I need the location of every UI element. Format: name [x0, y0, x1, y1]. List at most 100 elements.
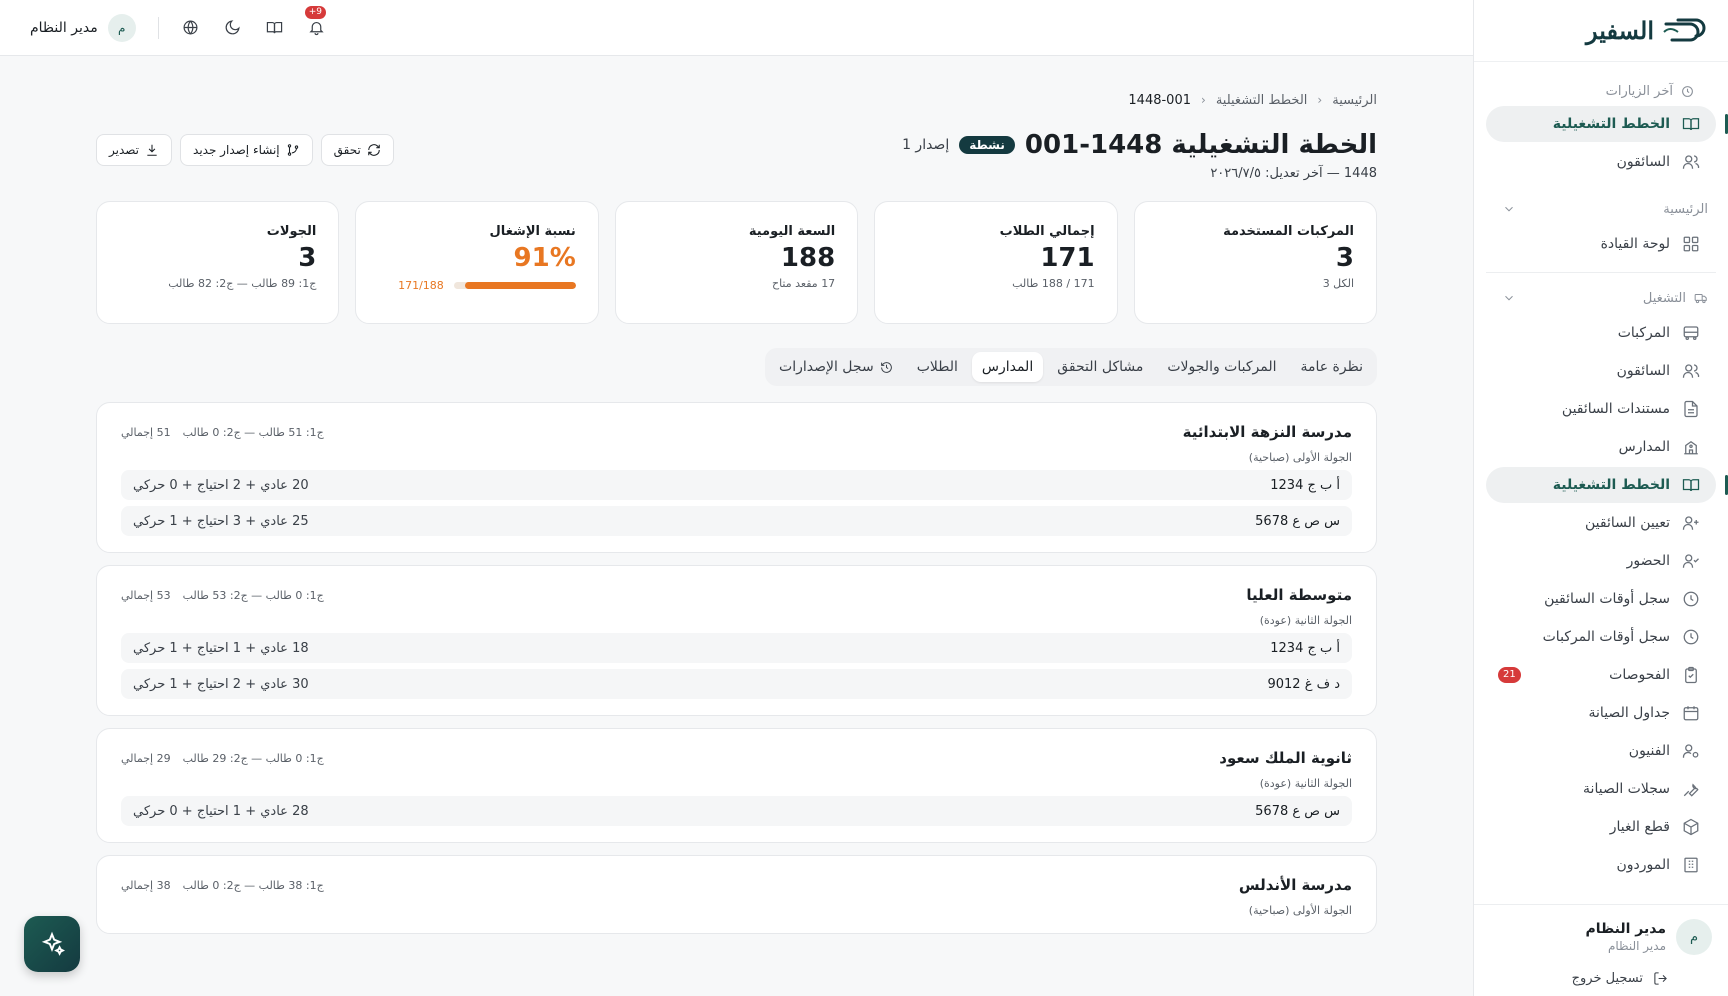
school-card: مدرسة الأندلس ج1: 38 طالب — ج2: 0 طالب 3… [96, 855, 1377, 934]
sidebar-item-spare-parts[interactable]: قطع الغيار [1486, 809, 1716, 845]
building-icon [1684, 857, 1698, 873]
dashboard-icon [1683, 236, 1699, 252]
breadcrumb: الرئيسية ‹ الخطط التشغيلية ‹ 1448-001 [96, 90, 1377, 110]
sidebar-item-drivers[interactable]: السائقون [1486, 353, 1716, 389]
page-subtitle: 1448 — آخر تعديل: ٢٠٢٦/٧/٥ [1210, 166, 1377, 181]
avatar: م [1676, 919, 1712, 955]
sidebar-item-operational-plans[interactable]: الخطط التشغيلية [1486, 467, 1728, 503]
topbar-user[interactable]: مدير النظام م [30, 13, 136, 42]
sidebar: السفير آخر الزيارات الخطط التشغيلية السا… [1473, 0, 1728, 996]
refresh-icon [368, 144, 380, 156]
guide-button[interactable] [265, 18, 285, 38]
sidebar-item-vehicles[interactable]: المركبات [1486, 315, 1716, 351]
sidebar-item-technicians[interactable]: الفنيون [1486, 733, 1716, 769]
sidebar-group-operations[interactable]: التشغيل [1486, 283, 1716, 313]
sidebar-footer: م مدير النظام مدير النظام تسجيل خروج [1474, 904, 1728, 996]
vehicle-capacity: 20 عادي + 2 احتياج + 0 حركي [133, 477, 309, 493]
header-actions: تحقق إنشاء إصدار جديد تصدير [96, 134, 394, 166]
page-header: الخطة التشغيلية 1448-001 نشطة إصدار 1 14… [96, 130, 1377, 181]
school-name: ثانوية الملك سعود [1219, 749, 1352, 767]
occupancy-progress-bar [453, 282, 576, 289]
vehicle-row: أ ب ج 1234 20 عادي + 2 احتياج + 0 حركي [121, 470, 1352, 500]
sidebar-user[interactable]: م مدير النظام مدير النظام [1490, 919, 1712, 955]
vehicle-row: س ص ع 5678 28 عادي + 1 احتياج + 0 حركي [121, 796, 1352, 826]
sidebar-divider [1486, 272, 1716, 273]
book-icon [267, 21, 283, 34]
logout-button[interactable]: تسجيل خروج [1490, 971, 1712, 986]
plan-tabs: نظرة عامة المركبات والجولات مشاكل التحقق… [765, 348, 1377, 386]
vehicle-plate: أ ب ج 1234 [1270, 477, 1340, 493]
truck-icon [1694, 294, 1707, 304]
calendar-icon [1683, 706, 1699, 721]
new-version-button[interactable]: إنشاء إصدار جديد [180, 134, 313, 166]
book-open-icon [1682, 479, 1700, 492]
schools-list: مدرسة النزهة الابتدائية ج1: 51 طالب — ج2… [96, 402, 1377, 934]
occupancy-progress-fill [464, 282, 576, 289]
theme-toggle-button[interactable] [223, 18, 243, 38]
tab-validation-issues[interactable]: مشاكل التحقق [1047, 352, 1153, 382]
sidebar-item-suppliers[interactable]: الموردون [1486, 847, 1716, 883]
notifications-button[interactable]: +9 [304, 5, 327, 38]
school-round-counts: ج1: 0 طالب — ج2: 29 طالب [182, 751, 324, 765]
sidebar-item-driver-time-log[interactable]: سجل أوقات السائقين [1486, 581, 1716, 617]
sidebar-item-maintenance-schedules[interactable]: جداول الصيانة [1486, 695, 1716, 731]
sidebar-item-driver-assignment[interactable]: تعيين السائقين [1486, 505, 1716, 541]
avatar: م [107, 13, 136, 42]
vehicle-plate: س ص ع 5678 [1255, 803, 1340, 819]
bell-icon [309, 21, 324, 36]
round-label: الجولة الأولى (صباحية) [1248, 451, 1352, 464]
ai-assistant-button[interactable] [24, 916, 80, 972]
school-round-counts: ج1: 38 طالب — ج2: 0 طالب [182, 878, 324, 892]
history-icon [880, 361, 892, 373]
tab-vehicles-rounds[interactable]: المركبات والجولات [1157, 352, 1286, 382]
brand-name: السفير [1585, 16, 1654, 45]
breadcrumb-section[interactable]: الخطط التشغيلية [1216, 93, 1308, 108]
sidebar-item-inspections[interactable]: الفحوصات 21 [1486, 657, 1716, 693]
sidebar-item-dashboard[interactable]: لوحة القيادة [1486, 226, 1716, 262]
breadcrumb-home[interactable]: الرئيسية [1332, 93, 1377, 108]
package-icon [1683, 818, 1699, 836]
sidebar-item-recent-operational-plans[interactable]: الخطط التشغيلية [1486, 106, 1728, 142]
sidebar-user-role: مدير النظام [1607, 939, 1666, 953]
stat-card-occupancy: نسبة الإشغال 91% 171/188 [355, 201, 599, 324]
round-label: الجولة الثانية (عودة) [1259, 614, 1352, 627]
vehicle-plate: د ف غ 9012 [1267, 676, 1340, 692]
vehicle-plate: س ص ع 5678 [1255, 513, 1340, 529]
sidebar-group-main[interactable]: الرئيسية [1486, 194, 1716, 224]
tab-students[interactable]: الطلاب [907, 352, 968, 382]
wrench-icon [1683, 783, 1699, 797]
export-button[interactable]: تصدير [96, 134, 173, 166]
school-card: ثانوية الملك سعود ج1: 0 طالب — ج2: 29 طا… [96, 728, 1377, 843]
stat-card-rounds: الجولات 3 ج1: 89 طالب — ج2: 82 طالب [95, 201, 340, 324]
topbar-tools: مدير النظام م +9 [30, 5, 327, 42]
sidebar-item-vehicle-time-log[interactable]: سجل أوقات المركبات [1486, 619, 1716, 655]
download-icon [147, 144, 157, 156]
verify-button[interactable]: تحقق [320, 134, 394, 166]
tab-version-history[interactable]: سجل الإصدارات [769, 352, 903, 382]
tab-schools[interactable]: المدارس [971, 352, 1044, 382]
language-button[interactable] [181, 18, 201, 38]
breadcrumb-current: 1448-001 [1128, 92, 1191, 108]
sidebar-item-schools[interactable]: المدارس [1486, 429, 1716, 465]
git-branch-icon [287, 144, 298, 156]
sidebar-item-maintenance-records[interactable]: سجلات الصيانة [1486, 771, 1716, 807]
sidebar-item-recent-drivers[interactable]: السائقون [1486, 144, 1716, 180]
users-icon [1682, 155, 1700, 169]
status-badge: نشطة [959, 136, 1015, 154]
sidebar-item-attendance[interactable]: الحضور [1486, 543, 1716, 579]
sidebar-item-driver-documents[interactable]: مستندات السائقين [1486, 391, 1716, 427]
brand-logo[interactable]: السفير [1474, 0, 1728, 62]
sparkles-icon [41, 931, 65, 956]
logout-icon [1654, 972, 1667, 985]
vehicle-plate: أ ب ج 1234 [1270, 640, 1340, 656]
sidebar-nav: آخر الزيارات الخطط التشغيلية السائقون ال… [1474, 62, 1728, 883]
school-name: متوسطة العليا [1246, 586, 1352, 604]
stat-card-students: إجمالي الطلاب 171 171 / 188 طالب [874, 201, 1118, 324]
topbar-divider [157, 16, 159, 39]
round-label: الجولة الأولى (صباحية) [1248, 904, 1352, 917]
recent-label: آخر الزيارات [1486, 78, 1716, 104]
clock-icon [1683, 629, 1699, 645]
vehicle-capacity: 30 عادي + 2 احتياج + 1 حركي [133, 676, 309, 692]
round-label: الجولة الثانية (عودة) [1259, 777, 1352, 790]
tab-overview[interactable]: نظرة عامة [1290, 352, 1373, 382]
